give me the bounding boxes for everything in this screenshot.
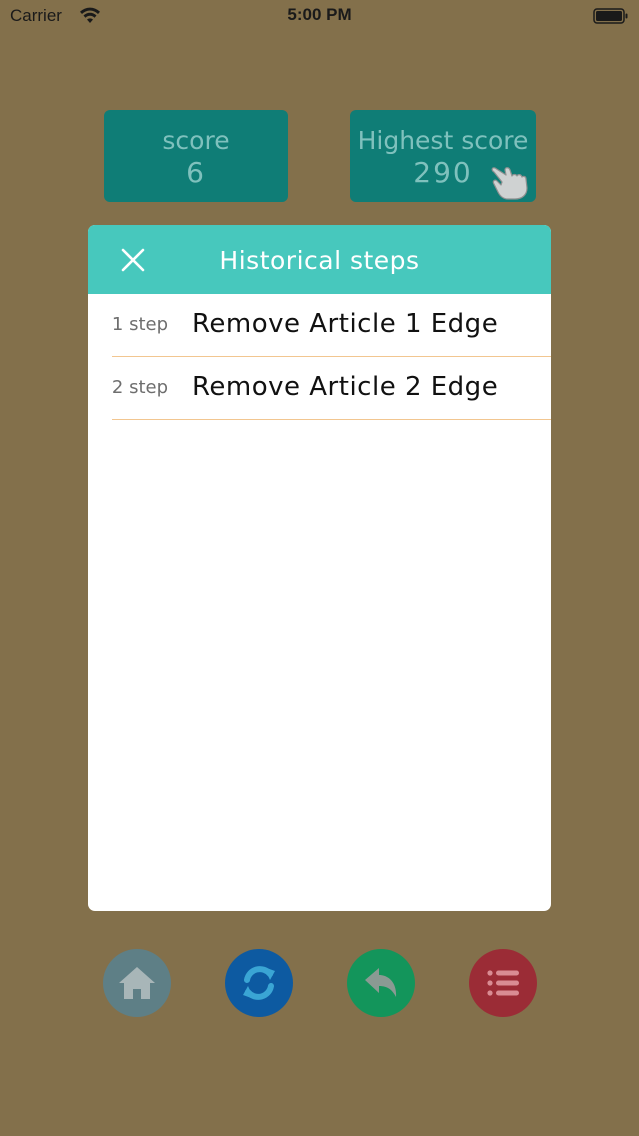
battery-icon xyxy=(593,8,628,24)
step-row-2[interactable]: 2 step Remove Article 2 Edge xyxy=(88,357,551,420)
list-icon xyxy=(487,970,519,996)
highest-score-label: Highest score xyxy=(357,126,529,155)
status-bar: Carrier 5:00 PM xyxy=(0,0,639,34)
refresh-button[interactable] xyxy=(225,949,293,1017)
status-time: 5:00 PM xyxy=(287,5,352,24)
undo-icon xyxy=(365,968,397,997)
step-description: Remove Article 1 Edge xyxy=(192,309,499,339)
undo-button[interactable] xyxy=(347,949,415,1017)
home-button[interactable] xyxy=(103,949,171,1017)
step-list: 1 step Remove Article 1 Edge 2 step Remo… xyxy=(88,294,551,420)
step-number: 1 step xyxy=(111,314,168,335)
score-label: score xyxy=(162,126,230,155)
refresh-icon xyxy=(243,966,275,1000)
historical-steps-modal: Historical steps 1 step Remove Article 1… xyxy=(88,225,551,911)
step-number: 2 step xyxy=(111,377,168,398)
row-divider xyxy=(112,419,551,420)
home-icon xyxy=(119,967,155,999)
modal-title: Historical steps xyxy=(219,246,420,275)
step-row-1[interactable]: 1 step Remove Article 1 Edge xyxy=(88,294,551,357)
step-description: Remove Article 2 Edge xyxy=(192,372,499,402)
highest-score-box[interactable]: Highest score 290 xyxy=(350,110,536,202)
list-button[interactable] xyxy=(469,949,537,1017)
score-box: score 6 xyxy=(104,110,288,202)
pointing-hand-icon xyxy=(491,167,528,200)
modal-header: Historical steps xyxy=(88,225,551,294)
score-value: 6 xyxy=(186,156,206,189)
close-icon[interactable] xyxy=(118,245,148,275)
